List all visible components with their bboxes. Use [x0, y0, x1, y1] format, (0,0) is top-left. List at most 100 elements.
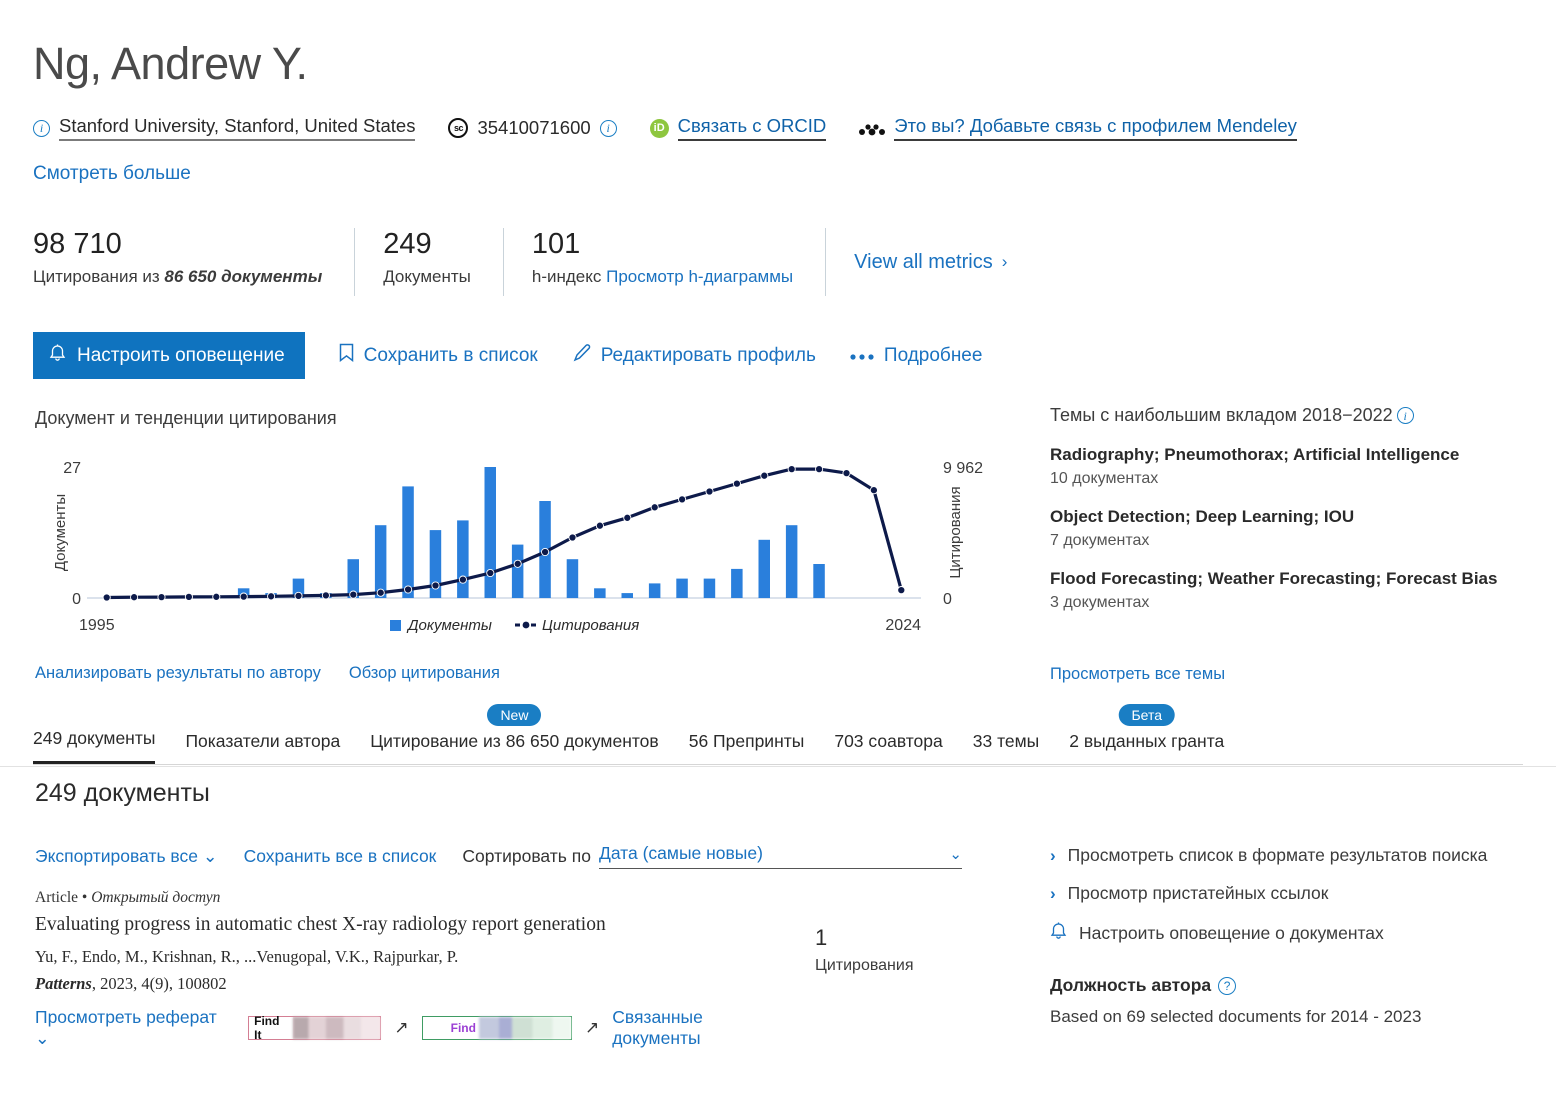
svg-text:0: 0 [72, 591, 81, 608]
tab-label: 249 документы [33, 728, 156, 748]
related-documents-link[interactable]: Связанные документы [612, 1007, 795, 1049]
view-references-label: Просмотр пристатейных ссылок [1067, 883, 1329, 903]
metric-documents: 249 Документы [354, 228, 503, 296]
document-citation-trend-chart[interactable]: 27 0 9 962 0 Документы Цитирования 1995 2024 Док… [35, 445, 990, 645]
scopus-author-id: 35410071600 [477, 117, 591, 138]
affiliation-link[interactable]: Stanford University, Stanford, United St… [59, 115, 416, 141]
tab-author-metrics[interactable]: Показатели автора [185, 731, 340, 764]
link-mendeley[interactable]: Это вы? Добавьте связь с профилем Mendel… [894, 115, 1297, 141]
find-it-label: Find It [249, 1014, 293, 1042]
find-it-secondary-button[interactable]: Find [421, 1015, 572, 1040]
tab-awarded-grants[interactable]: Бета 2 выданных гранта [1069, 704, 1225, 764]
topic-item[interactable]: Flood Forecasting; Weather Forecasting; … [1050, 569, 1530, 612]
author-position-heading-text: Должность автора [1050, 975, 1212, 995]
save-all-to-list-button[interactable]: Сохранить все в список [244, 846, 437, 867]
identity-row: i Stanford University, Stanford, United … [33, 115, 1297, 141]
page-title: Ng, Andrew Y. [33, 38, 308, 89]
save-to-list-button[interactable]: Сохранить в список [339, 343, 538, 368]
tab-preprints[interactable]: 56 Препринты [689, 731, 805, 764]
view-all-metrics-button[interactable]: View all metrics › [825, 228, 1007, 296]
topics-heading: Темы с наибольшим вкладом 2018−2022 i [1050, 405, 1530, 426]
topic-count: 10 документах [1050, 470, 1159, 487]
more-button[interactable]: Подробнее [850, 344, 983, 367]
set-alert-button[interactable]: Настроить оповещение [33, 332, 305, 379]
chevron-down-icon: ⌄ [202, 845, 218, 866]
svg-text:Цитирования: Цитирования [542, 617, 639, 634]
edit-profile-button[interactable]: Редактировать профиль [572, 343, 816, 369]
document-title-link[interactable]: Evaluating progress in automatic chest X… [35, 913, 795, 938]
document-authors[interactable]: Yu, F., Endo, M., Krishnan, R., ...Venug… [35, 947, 795, 967]
topic-count: 7 документах [1050, 532, 1150, 549]
export-all-button[interactable]: Экспортировать все ⌄ [35, 846, 218, 867]
document-citations: 1 Цитирования [815, 925, 914, 975]
tab-label: 2 выданных гранта [1069, 731, 1225, 751]
save-to-list-label: Сохранить в список [363, 344, 538, 366]
tab-cited-by[interactable]: New Цитирование из 86 650 документов [370, 704, 659, 764]
hindex-label-text: h-индекс [531, 267, 607, 287]
svg-text:Цитирования: Цитирования [947, 486, 964, 578]
tab-documents[interactable]: 249 документы [33, 728, 156, 764]
view-abstract-button[interactable]: Просмотреть реферат ⌄ [35, 1007, 235, 1049]
hindex-graph-link[interactable]: Просмотр h-диаграммы [606, 267, 793, 286]
document-source-details: , 2023, 4(9), 100802 [91, 973, 227, 993]
redacted-region [478, 1016, 571, 1039]
view-all-topics-link[interactable]: Просмотреть все темы [1050, 665, 1225, 684]
document-type-row: Article • Открытый доступ [35, 889, 795, 907]
document-list-item: Article • Открытый доступ Evaluating pro… [35, 889, 795, 1049]
documents-toolbar: Экспортировать все ⌄ Сохранить все в спи… [35, 843, 962, 869]
redacted-region [292, 1016, 381, 1039]
info-icon-topics[interactable]: i [1396, 407, 1414, 424]
view-as-search-results-link[interactable]: › Просмотреть список в формате результат… [1050, 845, 1530, 866]
chart-links: Анализировать результаты по автору Обзор… [35, 664, 500, 683]
tab-label: 56 Препринты [688, 731, 805, 751]
ellipsis-icon [850, 345, 874, 367]
tab-label: Цитирование из 86 650 документов [370, 731, 659, 751]
topic-name: Object Detection; Deep Learning; IOU [1050, 507, 1355, 526]
badge-beta: Бета [1118, 704, 1176, 726]
orcid-icon: iD [649, 118, 669, 138]
author-position-heading: Должность автора ? [1050, 975, 1530, 996]
citations-label: Цитирования из 86 650 документы [33, 267, 322, 287]
topic-item[interactable]: Object Detection; Deep Learning; IOU 7 д… [1050, 507, 1530, 550]
set-document-alert-link[interactable]: Настроить оповещение о документах [1050, 921, 1530, 945]
chevron-right-icon: › [1001, 252, 1008, 271]
external-link-icon[interactable]: ↗ [394, 1018, 408, 1038]
tab-label: Показатели автора [185, 731, 341, 751]
tab-coauthors[interactable]: 703 соавтора [834, 731, 942, 764]
help-icon[interactable]: ? [1218, 976, 1237, 995]
tab-topics[interactable]: 33 темы [973, 731, 1040, 764]
bell-icon [1050, 921, 1067, 945]
document-actions: Просмотреть реферат ⌄ Find It ↗ Find ↗ С… [35, 1007, 795, 1049]
analyze-results-link[interactable]: Анализировать результаты по автору [35, 664, 321, 683]
topic-item[interactable]: Radiography; Pneumothorax; Artificial In… [1050, 445, 1530, 488]
metric-hindex: 101 h-индекс Просмотр h-диаграммы [502, 228, 825, 296]
info-icon[interactable]: i [33, 119, 50, 137]
chevron-down-icon: ⌄ [949, 845, 962, 863]
open-access-label: Открытый доступ [91, 889, 221, 906]
svg-text:Документы: Документы [406, 617, 492, 634]
topics-heading-text: Темы с наибольшим вкладом 2018−2022 [1050, 405, 1393, 425]
external-link-icon[interactable]: ↗ [585, 1018, 599, 1038]
export-all-label: Экспортировать все [35, 845, 199, 866]
view-references-link[interactable]: › Просмотр пристатейных ссылок [1050, 883, 1530, 904]
sort-by-select[interactable]: Дата (самые новые) ⌄ [598, 843, 962, 869]
find-it-button[interactable]: Find It [248, 1014, 382, 1042]
more-label: Подробнее [883, 344, 983, 366]
document-type: Article [35, 889, 79, 906]
chevron-right-icon: › [1050, 845, 1056, 865]
citation-overview-link[interactable]: Обзор цитирования [349, 664, 500, 683]
hindex-label: h-индекс Просмотр h-диаграммы [532, 267, 793, 287]
pencil-icon [572, 343, 591, 369]
bookmark-icon [339, 343, 354, 368]
bell-icon [49, 343, 66, 368]
link-orcid[interactable]: Связать с ORCID [677, 115, 827, 141]
chart-title: Документ и тенденции цитирования [35, 408, 337, 428]
info-icon-scopus-id[interactable]: i [599, 119, 617, 137]
citations-label-prefix: Цитирования из [33, 267, 165, 287]
document-citations-value: 1 [815, 925, 828, 950]
documents-count-heading: 249 документы [35, 779, 210, 807]
see-more-link[interactable]: Смотреть больше [33, 163, 191, 185]
set-alert-label: Настроить оповещение [77, 344, 285, 366]
svg-text:2024: 2024 [885, 617, 921, 634]
tab-bar: 249 документы Показатели автора New Цити… [33, 704, 1523, 765]
